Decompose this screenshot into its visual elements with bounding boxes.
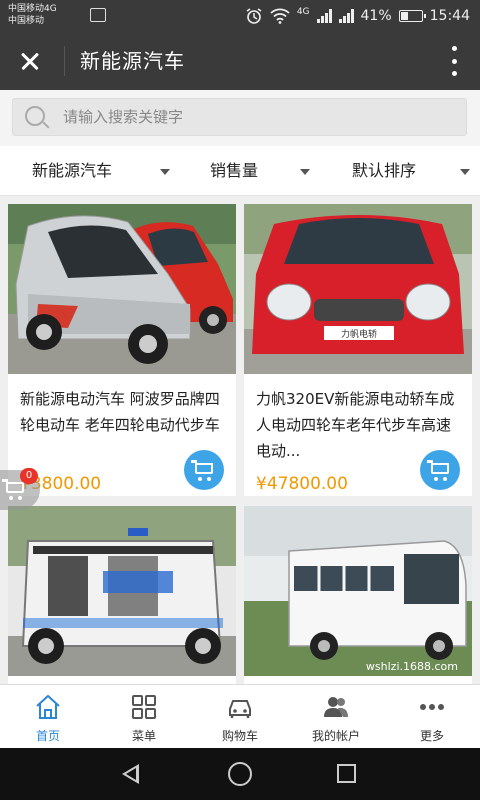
home-icon [36,694,60,719]
status-bar: 中国移动4G 中国移动 4G 41% 15:44 [0,0,480,32]
menu-grid-icon [132,695,156,719]
image-watermark: wshlzi.1688.com [365,660,458,673]
tab-cart[interactable]: 购物车 [192,685,288,749]
floating-cart-button[interactable]: 0 [0,468,40,510]
product-image[interactable] [8,506,236,676]
carrier-info: 中国移动4G 中国移动 [8,3,57,27]
product-image[interactable]: 力帆电轿 [244,204,472,374]
product-grid: 新能源电动汽车 阿波罗品牌四轮电动车 老年四轮电动代步车 ¥3800.00 力帆… [0,196,480,684]
car-icon [229,700,251,718]
signal-2-icon [338,9,354,23]
cart-icon [2,479,24,500]
cart-icon [191,460,213,481]
search-box[interactable] [12,98,467,136]
tab-account-label: 我的帐户 [311,729,360,743]
tab-home-label: 首页 [35,729,60,743]
tab-home[interactable]: 首页 [0,685,96,749]
search-input[interactable] [63,99,453,135]
signal-1-icon [316,9,332,23]
network-type: 4G [296,7,310,17]
add-to-cart-button[interactable] [184,450,224,490]
more-options-icon[interactable] [450,46,458,76]
product-price: ¥47800.00 [256,474,348,494]
product-image[interactable] [244,506,472,676]
filter-category[interactable]: 新能源汽车 [32,146,182,196]
header-divider [64,46,65,76]
battery-percent: 41% [360,8,392,24]
carrier-1: 中国移动4G [8,4,57,14]
filter-sales-label: 销售量 [210,161,259,180]
tab-more-label: 更多 [419,729,444,743]
filter-sort-label: 默认排序 [352,161,417,180]
filter-sort[interactable]: 默认排序 [352,146,474,196]
back-icon[interactable] [122,764,139,784]
app-header: 新能源汽车 [0,32,480,90]
account-icon [324,697,348,717]
search-icon [25,106,45,126]
product-card[interactable] [244,506,472,684]
chevron-down-icon [460,169,470,175]
filter-sales[interactable]: 销售量 [210,146,320,196]
tab-menu-label: 菜单 [131,729,156,743]
page-title: 新能源汽车 [80,49,185,73]
battery-icon [398,10,426,22]
carrier-2: 中国移动 [8,16,45,26]
cart-count-badge: 0 [20,468,38,484]
tab-account[interactable]: 我的帐户 [288,685,384,749]
product-card[interactable]: 新能源电动汽车 阿波罗品牌四轮电动车 老年四轮电动代步车 ¥3800.00 [8,204,236,496]
cart-icon [427,460,449,481]
clock: 15:44 [429,8,470,24]
chevron-down-icon [300,169,310,175]
tab-menu[interactable]: 菜单 [96,685,192,749]
product-card[interactable] [8,506,236,684]
home-circle-icon[interactable] [228,762,252,786]
wifi-icon [270,8,290,24]
alarm-icon [246,8,262,24]
system-nav-bar [0,748,480,800]
filter-category-label: 新能源汽车 [32,161,113,180]
tab-cart-label: 购物车 [221,729,258,743]
add-to-cart-button[interactable] [420,450,460,490]
product-image[interactable] [8,204,236,374]
recent-apps-icon[interactable] [337,764,356,783]
search-area [0,90,480,146]
image-notification-icon [90,8,106,22]
bottom-tab-bar: 首页 菜单 购物车 我的帐户 更多 [0,684,480,748]
chevron-down-icon [160,169,170,175]
more-icon [420,704,444,710]
product-card[interactable]: 力帆电轿 力帆320EV新能源电动轿车成人电动四轮车老年代步车高速电动... ¥… [244,204,472,496]
close-button[interactable] [12,43,48,79]
product-name[interactable]: 新能源电动汽车 阿波罗品牌四轮电动车 老年四轮电动代步车 [20,386,228,438]
svg-text:力帆电轿: 力帆电轿 [341,328,377,340]
tab-more[interactable]: 更多 [384,685,480,749]
filter-bar: 新能源汽车 销售量 默认排序 [0,146,480,196]
